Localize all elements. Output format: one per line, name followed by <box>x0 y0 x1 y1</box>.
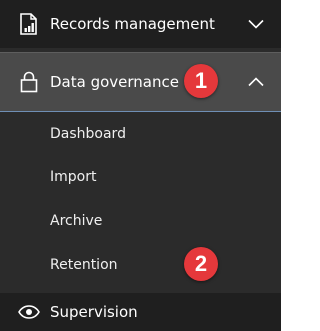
callout-number: 1 <box>194 68 208 93</box>
submenu-item-label: Dashboard <box>50 126 126 142</box>
eye-icon <box>18 301 40 323</box>
nav-item-label: Records management <box>50 15 215 33</box>
nav-item-records-management[interactable]: Records management <box>0 0 281 48</box>
chevron-up-icon[interactable] <box>247 76 265 88</box>
chevron-down-icon[interactable] <box>247 18 265 30</box>
callout-badge-2: 2 <box>184 247 218 281</box>
document-chart-icon <box>18 13 40 35</box>
submenu-item-archive[interactable]: Archive <box>0 199 281 243</box>
callout-number: 2 <box>194 251 208 276</box>
nav-item-label: Data governance <box>50 73 179 91</box>
submenu-item-retention[interactable]: Retention <box>0 243 281 287</box>
submenu-item-label: Retention <box>50 257 118 273</box>
submenu-item-label: Archive <box>50 213 103 229</box>
submenu-item-import[interactable]: Import <box>0 155 281 199</box>
nav-item-data-governance[interactable]: Data governance <box>0 52 281 112</box>
nav-item-label: Supervision <box>50 303 138 321</box>
submenu-item-dashboard[interactable]: Dashboard <box>0 112 281 156</box>
lock-icon <box>18 71 40 93</box>
nav-item-supervision[interactable]: Supervision <box>0 293 281 331</box>
submenu-item-label: Import <box>50 169 97 185</box>
callout-badge-1: 1 <box>184 64 218 98</box>
navigation-panel: Records management Data governance Dashb… <box>0 0 283 331</box>
